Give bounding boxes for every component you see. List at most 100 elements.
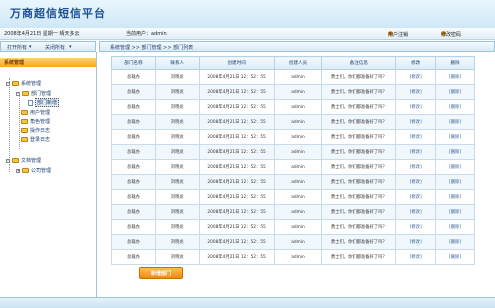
tree-node-docs[interactable]: - 文档管理 xyxy=(6,157,41,164)
cell-creator: admin xyxy=(273,219,323,235)
edit-link[interactable]: [修改] xyxy=(395,249,437,265)
tree-line xyxy=(9,164,10,172)
edit-link[interactable]: [修改] xyxy=(395,234,437,250)
delete-link[interactable]: [删除] xyxy=(435,189,475,205)
cell-creator: admin xyxy=(273,249,323,265)
edit-link[interactable]: [修改] xyxy=(395,84,437,100)
date-text: 2008年4月21日 星期一 晴天多云 xyxy=(4,31,80,37)
delete-link[interactable]: [删除] xyxy=(435,174,475,190)
delete-link[interactable]: [删除] xyxy=(435,159,475,175)
cell-creator: admin xyxy=(273,114,323,130)
cell-created: 2008年4月21日 12：52：55 xyxy=(198,159,275,175)
edit-link[interactable]: [修改] xyxy=(395,114,437,130)
cell-creator: admin xyxy=(273,129,323,145)
app-title: 万商超信短信平台 xyxy=(10,7,106,20)
breadcrumb: 系统管理 >> 部门管理 >> 部门列表 xyxy=(110,45,194,51)
cell-note: 勇士们，你们都准备好了吗？ xyxy=(321,204,397,220)
cell-note: 勇士们，你们都准备好了吗？ xyxy=(321,114,397,130)
cell-dept: 总裁办 xyxy=(111,249,156,265)
tree-label: 部门管理 xyxy=(31,91,52,97)
table-row: 总裁办 刘晓龙 2008年4月21日 12：52：55 admin 勇士们，你们都准备好… xyxy=(111,99,475,115)
cell-note: 勇士们，你们都准备好了吗？ xyxy=(321,189,397,205)
cell-dept: 总裁办 xyxy=(111,144,156,160)
close-all-chevron-icon: ▾ xyxy=(69,44,72,50)
edit-link[interactable]: [修改] xyxy=(395,129,437,145)
tree-node-oplog[interactable]: 操作日志 xyxy=(21,127,50,134)
col-header-edit: 修改 xyxy=(395,56,437,70)
cell-creator: admin xyxy=(273,189,323,205)
sidebar: 系统管理 - 系统管理 - 部门管理 部门新增 用户管理 角色管理 操作日志 登… xyxy=(0,52,97,307)
sidebar-toolbar: 打开所有 ▾ 关闭所有 ▾ xyxy=(0,41,96,52)
col-header-creator: 创建人员 xyxy=(273,56,323,70)
cell-contact: 刘晓龙 xyxy=(154,84,200,100)
cell-contact: 刘晓龙 xyxy=(154,159,200,175)
cell-note: 勇士们，你们都准备好了吗？ xyxy=(321,99,397,115)
cell-note: 勇士们，你们都准备好了吗？ xyxy=(321,174,397,190)
cell-created: 2008年4月21日 12：52：55 xyxy=(198,249,275,265)
tree-node-roles[interactable]: 角色管理 xyxy=(21,118,50,125)
add-department-button[interactable]: 新增部门 xyxy=(139,267,183,279)
delete-link[interactable]: [删除] xyxy=(435,219,475,235)
edit-link[interactable]: [修改] xyxy=(395,159,437,175)
cell-contact: 刘晓龙 xyxy=(154,99,200,115)
cell-creator: admin xyxy=(273,69,323,85)
tree-node-system[interactable]: - 系统管理 xyxy=(6,80,41,87)
cell-dept: 总裁办 xyxy=(111,204,156,220)
edit-link[interactable]: [修改] xyxy=(395,144,437,160)
delete-link[interactable]: [删除] xyxy=(435,249,475,265)
folder-icon xyxy=(12,158,19,163)
cell-dept: 总裁办 xyxy=(111,114,156,130)
tree-node-dept-add[interactable]: 部门新增 xyxy=(28,98,60,107)
delete-link[interactable]: [删除] xyxy=(435,204,475,220)
tree-node-dept[interactable]: - 部门管理 xyxy=(16,90,51,97)
current-user-text: 当前用户：admin xyxy=(126,31,167,37)
change-password-label: 修改密码 xyxy=(441,32,462,38)
delete-link[interactable]: [删除] xyxy=(435,144,475,160)
tree-node-company[interactable]: + 公司管理 xyxy=(16,167,51,174)
collapse-icon[interactable]: - xyxy=(16,91,20,96)
collapse-icon[interactable]: - xyxy=(6,81,10,86)
collapse-icon[interactable]: - xyxy=(6,158,10,163)
table-row: 总裁办 刘晓龙 2008年4月21日 12：52：55 admin 勇士们，你们都准备好… xyxy=(111,219,475,235)
delete-link[interactable]: [删除] xyxy=(435,234,475,250)
cell-creator: admin xyxy=(273,144,323,160)
edit-link[interactable]: [修改] xyxy=(395,189,437,205)
cell-creator: admin xyxy=(273,234,323,250)
cell-contact: 刘晓龙 xyxy=(154,174,200,190)
folder-icon xyxy=(21,137,28,142)
cell-note: 勇士们，你们都准备好了吗？ xyxy=(321,234,397,250)
cell-contact: 刘晓龙 xyxy=(154,114,200,130)
logout-label: 用户注销 xyxy=(388,32,409,38)
delete-link[interactable]: [删除] xyxy=(435,69,475,85)
delete-link[interactable]: [删除] xyxy=(435,84,475,100)
edit-link[interactable]: [修改] xyxy=(395,99,437,115)
cell-note: 勇士们，你们都准备好了吗？ xyxy=(321,159,397,175)
cell-creator: admin xyxy=(273,204,323,220)
cell-creator: admin xyxy=(273,159,323,175)
cell-creator: admin xyxy=(273,84,323,100)
delete-link[interactable]: [删除] xyxy=(435,99,475,115)
open-all-chevron-icon: ▾ xyxy=(29,44,32,50)
edit-link[interactable]: [修改] xyxy=(395,174,437,190)
folder-icon xyxy=(22,91,29,96)
cell-note: 勇士们，你们都准备好了吗？ xyxy=(321,144,397,160)
cell-creator: admin xyxy=(273,99,323,115)
open-all-button[interactable]: 打开所有 xyxy=(7,44,27,51)
folder-icon xyxy=(21,119,28,124)
table-row: 总裁办 刘晓龙 2008年4月21日 12：52：55 admin 勇士们，你们都准备好… xyxy=(111,189,475,205)
table-row: 总裁办 刘晓龙 2008年4月21日 12：52：55 admin 勇士们，你们都准备好… xyxy=(111,234,475,250)
tree-label: 公司管理 xyxy=(31,168,52,174)
delete-link[interactable]: [删除] xyxy=(435,129,475,145)
header: 万商超信短信平台 xyxy=(0,0,495,29)
tree-node-users[interactable]: 用户管理 xyxy=(21,109,50,116)
breadcrumb-bar: 系统管理 >> 部门管理 >> 部门列表 xyxy=(99,41,495,52)
close-all-button[interactable]: 关闭所有 xyxy=(45,44,65,51)
edit-link[interactable]: [修改] xyxy=(395,69,437,85)
edit-link[interactable]: [修改] xyxy=(395,219,437,235)
delete-link[interactable]: [删除] xyxy=(435,114,475,130)
tree-node-loginlog[interactable]: 登录日志 xyxy=(21,136,50,143)
expand-icon[interactable]: + xyxy=(16,168,20,173)
edit-link[interactable]: [修改] xyxy=(395,204,437,220)
tree-label: 登录日志 xyxy=(30,137,51,143)
cell-creator: admin xyxy=(273,174,323,190)
